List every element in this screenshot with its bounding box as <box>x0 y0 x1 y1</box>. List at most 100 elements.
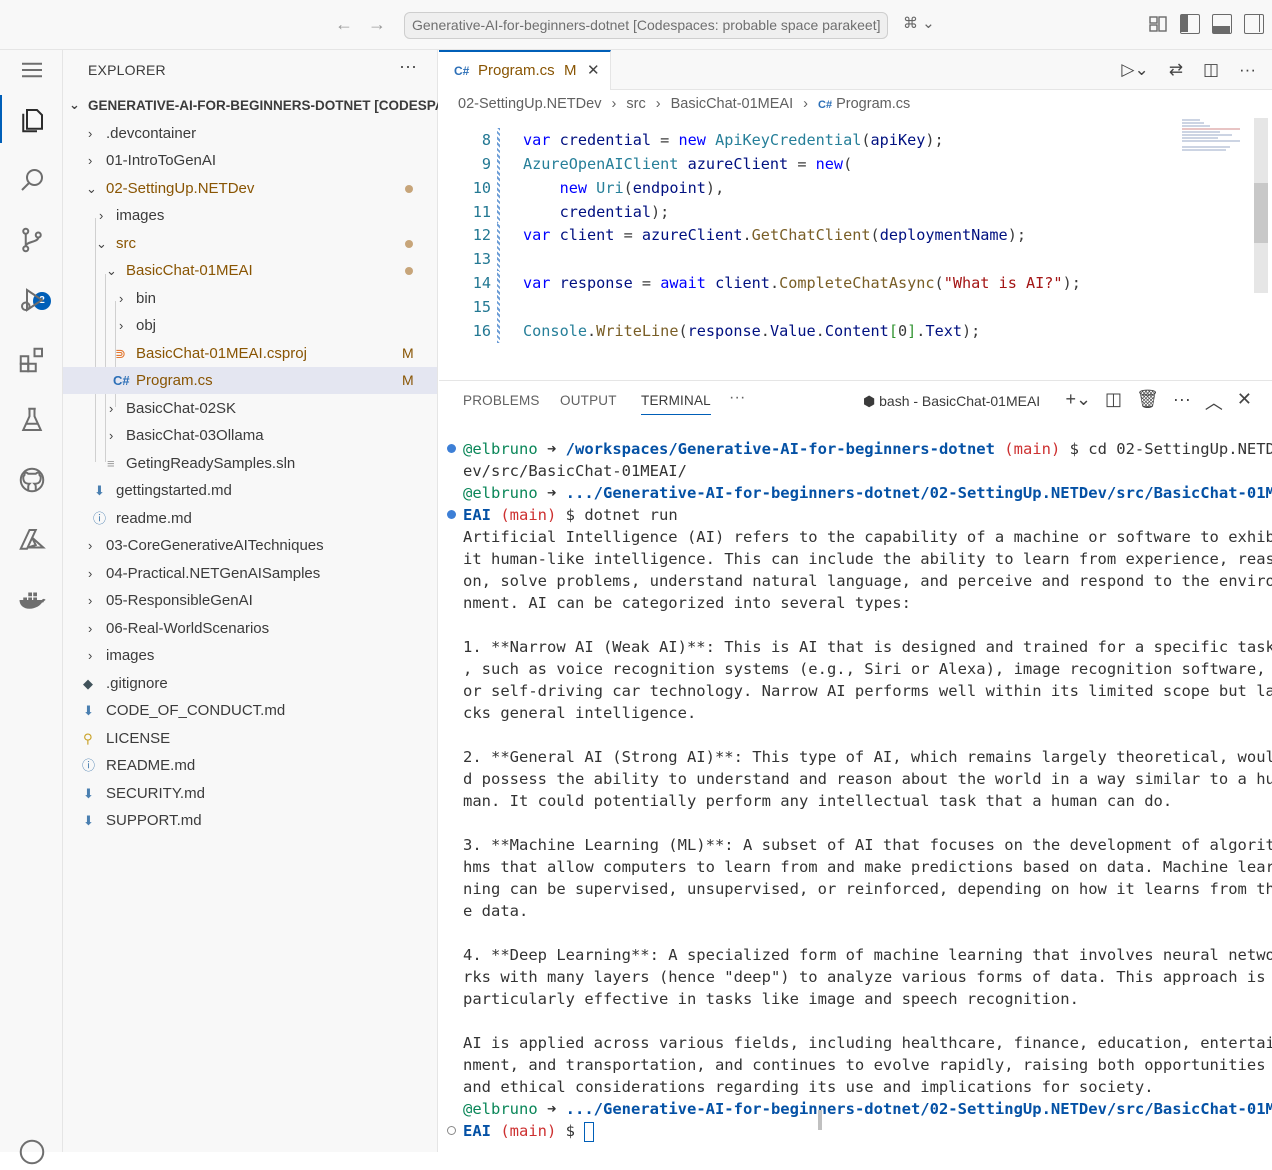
terminal-line: ning can be supervised, unsupervised, or… <box>463 880 1272 898</box>
run-icon[interactable]: ▷⌄ <box>1121 60 1148 80</box>
markdown-icon: ⬇ <box>83 813 94 828</box>
terminal-scrollbar[interactable] <box>818 1110 822 1130</box>
markdown-icon: ⬇ <box>83 786 94 801</box>
tree-item-obj[interactable]: › obj <box>63 312 437 339</box>
tree-item-readme[interactable]: ⓘ README.md <box>63 752 437 779</box>
terminal-line: Artificial Intelligence (AI) refers to t… <box>463 528 1272 546</box>
panel-actions: +⌄ ◫ 🗑 ··· ︿ ✕ <box>1065 389 1252 415</box>
split-terminal-icon[interactable]: ◫ <box>1105 389 1122 415</box>
tree-item-coregenerative[interactable]: › 03-CoreGenerativeAITechniques <box>63 532 437 559</box>
tree-item-realworld[interactable]: › 06-Real-WorldScenarios <box>63 615 437 642</box>
new-terminal-icon[interactable]: +⌄ <box>1065 389 1091 415</box>
terminal-selector[interactable]: ⬢ bash - BasicChat-01MEAI <box>863 393 1040 410</box>
editor-scrollbar[interactable] <box>1254 118 1268 293</box>
explorer-icon[interactable] <box>14 102 50 138</box>
modified-dot <box>405 185 413 193</box>
git-change-gutter <box>497 271 500 343</box>
tree-item-gitignore[interactable]: ◆ .gitignore <box>63 670 437 697</box>
tree-item-bin[interactable]: › bin <box>63 285 437 312</box>
modified-dot <box>405 267 413 275</box>
tree-item-security[interactable]: ⬇ SECURITY.md <box>63 780 437 807</box>
explorer-more-icon[interactable]: ··· <box>399 56 417 77</box>
breadcrumb-item[interactable]: BasicChat-01MEAI <box>671 96 794 112</box>
tree-item-responsible[interactable]: › 05-ResponsibleGenAI <box>63 587 437 614</box>
extensions-icon[interactable] <box>14 342 50 378</box>
tab-output[interactable]: OUTPUT <box>560 393 617 408</box>
editor-tab-bar: C# Program.cs M ✕ ▷⌄ ⇄ ◫ ··· <box>439 50 1272 90</box>
menu-icon[interactable] <box>14 52 50 88</box>
testing-icon[interactable] <box>14 402 50 438</box>
terminal-line: and ethical considerations regarding its… <box>463 1078 1154 1096</box>
csharp-file-icon: C# <box>113 373 130 388</box>
search-icon[interactable] <box>14 162 50 198</box>
info-icon: ⓘ <box>82 758 96 773</box>
terminal-line: nment, and transportation, and continues… <box>463 1056 1266 1074</box>
breadcrumb-item[interactable]: 02-SettingUp.NETDev <box>458 96 601 112</box>
tree-item-devcontainer[interactable]: › .devcontainer <box>63 120 437 147</box>
csharp-file-icon: C# <box>454 64 470 78</box>
run-debug-icon[interactable] <box>14 282 50 318</box>
toggle-primary-sidebar-icon[interactable] <box>1180 14 1200 34</box>
active-view-indicator <box>0 95 2 143</box>
trash-icon[interactable]: 🗑 <box>1136 389 1159 415</box>
breadcrumb: 02-SettingUp.NETDev › src › BasicChat-01… <box>458 96 911 112</box>
panel-more-icon[interactable]: ··· <box>729 389 746 407</box>
git-change-gutter <box>497 223 500 271</box>
tab-problems[interactable]: PROBLEMS <box>463 393 540 408</box>
source-control-icon[interactable] <box>14 222 50 258</box>
tree-item-readme-lower[interactable]: ⓘ readme.md <box>63 505 437 532</box>
tree-item-images-sub[interactable]: › images <box>63 202 437 229</box>
tab-program-cs[interactable]: C# Program.cs M ✕ <box>439 50 611 90</box>
copilot-icon[interactable]: ⌘ ⌄ <box>903 14 935 32</box>
close-panel-icon[interactable]: ✕ <box>1237 389 1252 415</box>
close-icon[interactable]: ✕ <box>587 52 600 90</box>
breadcrumb-item[interactable]: Program.cs <box>836 96 910 112</box>
accounts-icon[interactable] <box>14 1134 50 1170</box>
terminal-line: 1. **Narrow AI (Weak AI)**: This is AI t… <box>463 638 1272 656</box>
customize-layout-icon[interactable] <box>1148 14 1168 34</box>
back-arrow-icon[interactable]: ← <box>335 14 353 35</box>
maximize-panel-icon[interactable]: ︿ <box>1205 389 1223 415</box>
tree-item-gettingstarted[interactable]: ⬇ gettingstarted.md <box>63 477 437 504</box>
tree-item-src[interactable]: ⌄ src <box>63 230 437 257</box>
git-change-gutter <box>497 128 500 224</box>
toggle-panel-icon[interactable] <box>1212 14 1232 34</box>
docker-icon[interactable] <box>14 582 50 618</box>
compare-changes-icon[interactable]: ⇄ <box>1169 60 1183 80</box>
more-actions-icon[interactable]: ··· <box>1239 60 1256 80</box>
command-center-search[interactable]: Generative-AI-for-beginners-dotnet [Code… <box>404 12 888 39</box>
terminal-line: 3. **Machine Learning (ML)**: A subset o… <box>463 836 1272 854</box>
breadcrumb-item[interactable]: src <box>626 96 645 112</box>
tree-item-basicchat-01meai[interactable]: ⌄ BasicChat-01MEAI <box>63 257 437 284</box>
tab-terminal[interactable]: TERMINAL <box>641 393 711 415</box>
tree-item-basicchat-03ollama[interactable]: › BasicChat-03Ollama <box>63 422 437 449</box>
tree-item-settingup[interactable]: ⌄ 02-SettingUp.NETDev <box>63 175 437 202</box>
git-icon: ◆ <box>83 676 93 691</box>
terminal-line: AI is applied across various fields, inc… <box>463 1034 1272 1052</box>
tree-item-introtogenai[interactable]: › 01-IntroToGenAI <box>63 147 437 174</box>
tree-item-images-root[interactable]: › images <box>63 642 437 669</box>
more-actions-icon[interactable]: ··· <box>1173 389 1191 415</box>
editor-actions: ▷⌄ ⇄ ◫ ··· <box>1121 60 1256 80</box>
toggle-secondary-sidebar-icon[interactable] <box>1244 14 1264 34</box>
bottom-panel: PROBLEMS OUTPUT TERMINAL ··· ⬢ bash - Ba… <box>439 380 1272 1152</box>
tree-item-sln[interactable]: ≡ GetingReadySamples.sln <box>63 450 437 477</box>
workspace-root[interactable]: ⌄ GENERATIVE-AI-FOR-BEGINNERS-DOTNET [CO… <box>63 94 438 118</box>
tree-item-program-cs[interactable]: C# Program.cs M <box>63 367 437 394</box>
workspace-root-label: GENERATIVE-AI-FOR-BEGINNERS-DOTNET [CODE… <box>88 98 438 113</box>
tree-item-license[interactable]: ⚲ LICENSE <box>63 725 437 752</box>
tree-item-code-of-conduct[interactable]: ⬇ CODE_OF_CONDUCT.md <box>63 697 437 724</box>
terminal-line: d possess the ability to understand and … <box>463 770 1272 788</box>
split-editor-icon[interactable]: ◫ <box>1203 60 1219 80</box>
tree-item-csproj[interactable]: ⋑ BasicChat-01MEAI.csproj M <box>63 340 437 367</box>
azure-icon[interactable] <box>14 522 50 558</box>
terminal-line: nment. AI can be categorized into severa… <box>463 594 911 612</box>
tree-item-practical[interactable]: › 04-Practical.NETGenAISamples <box>63 560 437 587</box>
minimap[interactable] <box>1180 118 1245 154</box>
tree-item-basicchat-02sk[interactable]: › BasicChat-02SK <box>63 395 437 422</box>
terminal-line: e data. <box>463 902 529 920</box>
tree-item-support[interactable]: ⬇ SUPPORT.md <box>63 807 437 834</box>
forward-arrow-icon[interactable]: → <box>368 14 386 35</box>
github-icon[interactable] <box>14 462 50 498</box>
terminal-line: or self-driving car technology. Narrow A… <box>463 682 1272 700</box>
